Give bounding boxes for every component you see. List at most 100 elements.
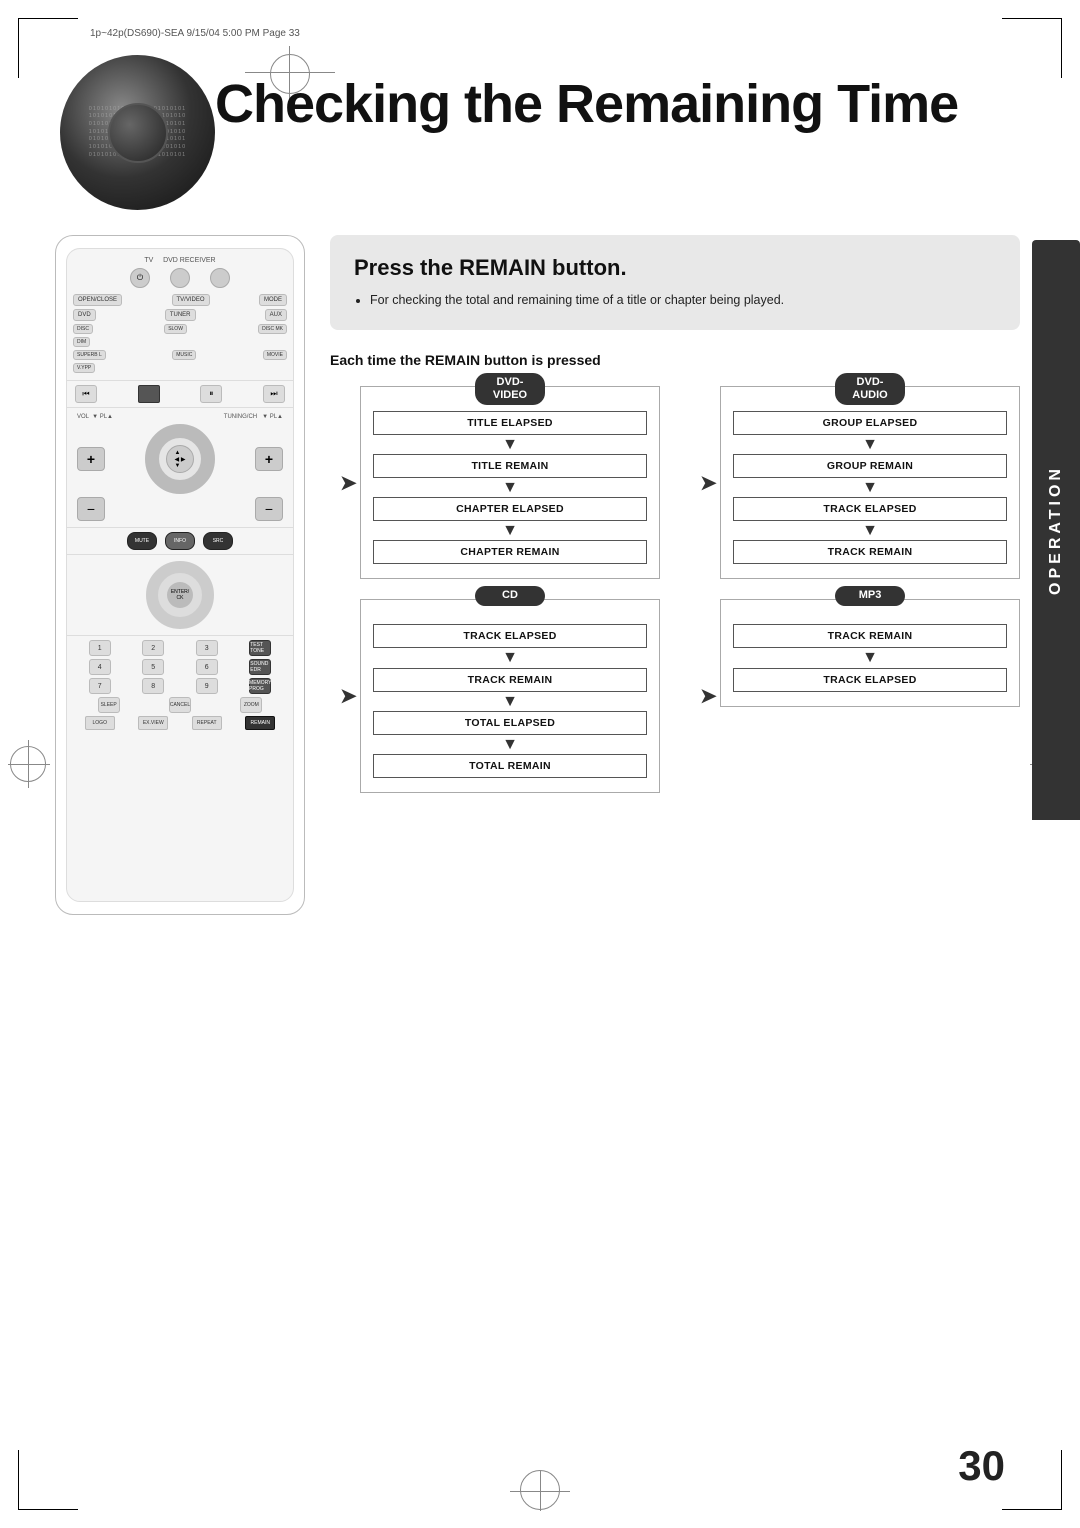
dvd-audio-arrow: ➤ xyxy=(700,470,717,495)
remote-slow[interactable]: SLOW xyxy=(164,324,187,334)
remote-disc-skip[interactable]: DISC MK xyxy=(258,324,287,334)
page-header: 010101010101010101010101 101010101010101… xyxy=(60,55,1020,215)
remote-vol-down[interactable]: − xyxy=(77,497,105,521)
remote-num-7[interactable]: 7 xyxy=(89,678,111,694)
remote-vypp[interactable]: V.YPP xyxy=(73,363,95,373)
remote-inner: TV DVD RECEIVER ⏻ OPEN/CLOSE TV/VIDEO MO… xyxy=(66,248,294,902)
remote-btn2[interactable] xyxy=(170,268,190,288)
cd-badge: CD xyxy=(475,586,545,605)
remote-num-8[interactable]: 8 xyxy=(142,678,164,694)
remote-bottom-row: LOGO EX.VIEW REPEAT REMAIN xyxy=(73,716,287,730)
remote-test-tone[interactable]: TEST TONE xyxy=(249,640,271,656)
flow-item-track-elapsed-audio: TRACK ELAPSED xyxy=(733,497,1007,521)
press-remain-body: For checking the total and remaining tim… xyxy=(354,291,996,310)
doc-ref: 1p~42p(DS690)-SEA 9/15/04 5:00 PM Page 3… xyxy=(90,28,300,39)
remote-src-btn[interactable]: SRC xyxy=(203,532,233,550)
flow-arrow-4: ▼ xyxy=(733,435,1007,454)
remote-remain-btn[interactable]: REMAIN xyxy=(245,716,275,730)
remote-num-row-1: 1 2 3 TEST TONE xyxy=(73,640,287,656)
remote-nav-center[interactable]: ▲◀ ▶▼ xyxy=(166,445,194,473)
remote-num-5[interactable]: 5 xyxy=(142,659,164,675)
mp3-items: TRACK REMAIN ▼ TRACK ELAPSED xyxy=(733,624,1007,691)
remote-info-btn[interactable]: INFO xyxy=(165,532,195,550)
cd-wrapper: ➤ CD TRACK ELAPSED ▼ TRACK REMAIN ▼ TOTA… xyxy=(330,599,660,793)
flow-arrow-2: ▼ xyxy=(373,478,647,497)
flow-item-track-elapsed-cd: TRACK ELAPSED xyxy=(373,624,647,648)
cd-diagram: CD TRACK ELAPSED ▼ TRACK REMAIN ▼ TOTAL … xyxy=(360,599,660,793)
remote-num-3[interactable]: 3 xyxy=(196,640,218,656)
press-remain-box: Press the REMAIN button. For checking th… xyxy=(330,235,1020,330)
remote-prev[interactable]: ⏮ xyxy=(75,385,97,403)
remote-row-4: DIM xyxy=(73,337,287,347)
remote-music[interactable]: MUSIC xyxy=(172,350,196,360)
remote-ch-up[interactable]: + xyxy=(255,447,283,471)
remote-dpad-ring: ENTER/CK xyxy=(146,561,214,629)
operation-label: OPERATION xyxy=(1047,465,1065,595)
remote-repeat-btn[interactable]: REPEAT xyxy=(192,716,222,730)
flow-arrow-10: ▼ xyxy=(733,648,1007,667)
remote-aux[interactable]: AUX xyxy=(265,309,287,321)
remote-sleep[interactable]: SLEEP xyxy=(98,697,120,713)
each-time-title: Each time the REMAIN button is pressed xyxy=(330,352,1020,368)
remote-tv-video[interactable]: TV/VIDEO xyxy=(172,294,210,306)
remote-open-close[interactable]: OPEN/CLOSE xyxy=(73,294,122,306)
remote-disc[interactable]: DISC xyxy=(73,324,93,334)
mp3-diagram: MP3 TRACK REMAIN ▼ TRACK ELAPSED xyxy=(720,599,1020,706)
flow-item-chapter-remain: CHAPTER REMAIN xyxy=(373,540,647,564)
remote-power-btn[interactable]: ⏻ xyxy=(130,268,150,288)
remote-num-4[interactable]: 4 xyxy=(89,659,111,675)
remote-top: TV DVD RECEIVER ⏻ OPEN/CLOSE TV/VIDEO MO… xyxy=(67,249,293,381)
orb-inner xyxy=(108,103,168,163)
remote-memory[interactable]: MEMORYPROG xyxy=(249,678,271,694)
remote-dim[interactable]: DIM xyxy=(73,337,90,347)
remote-sound-edit[interactable]: SOUND EDR xyxy=(249,659,271,675)
cd-arrow: ➤ xyxy=(340,684,357,709)
flow-item-total-remain: TOTAL REMAIN xyxy=(373,754,647,778)
flow-arrow-7: ▼ xyxy=(373,648,647,667)
remote-mute-btn[interactable]: MUTE xyxy=(127,532,157,550)
remote-logo-btn[interactable]: LOGO xyxy=(85,716,115,730)
remote-section: TV DVD RECEIVER ⏻ OPEN/CLOSE TV/VIDEO MO… xyxy=(55,235,305,915)
remote-btn3[interactable] xyxy=(210,268,230,288)
remote-tuner[interactable]: TUNER xyxy=(165,309,196,321)
remote-pause[interactable]: ⏸ xyxy=(200,385,222,403)
flow-item-track-remain-cd: TRACK REMAIN xyxy=(373,668,647,692)
remote-next[interactable]: ⏭ xyxy=(263,385,285,403)
remote-vol-row: VOL ▼ PL▲ TUNING/CH ▼ PL▲ xyxy=(77,414,283,420)
remote-num-6[interactable]: 6 xyxy=(196,659,218,675)
remote-row-5: SUPERB L MUSIC MOVIE xyxy=(73,350,287,360)
remote-movie[interactable]: MOVIE xyxy=(263,350,287,360)
remote-ch-down[interactable]: − xyxy=(255,497,283,521)
remote-num-9[interactable]: 9 xyxy=(196,678,218,694)
remote-info-section: MUTE INFO SRC xyxy=(67,528,293,555)
remote-cancel[interactable]: CANCEL xyxy=(169,697,191,713)
remote-numpad: 1 2 3 TEST TONE 4 5 6 SOUND EDR 7 8 9 ME… xyxy=(67,636,293,734)
dvd-video-wrapper: ➤ DVD- VIDEO TITLE ELAPSED ▼ TITLE REMAI… xyxy=(330,386,660,580)
remote-vol-up[interactable]: + xyxy=(77,447,105,471)
flow-arrow-3: ▼ xyxy=(373,521,647,540)
remote-nav-section: VOL ▼ PL▲ TUNING/CH ▼ PL▲ + ▲◀ ▶▼ + − − xyxy=(67,408,293,528)
title-orb: 010101010101010101010101 101010101010101… xyxy=(60,55,215,210)
flow-item-group-elapsed: GROUP ELAPSED xyxy=(733,411,1007,435)
remote-transport: ⏮ ⏸ ⏭ xyxy=(67,381,293,408)
left-crosshair-h xyxy=(8,764,50,765)
remote-dvd[interactable]: DVD xyxy=(73,309,96,321)
remote-stop[interactable] xyxy=(138,385,160,403)
press-remain-item: For checking the total and remaining tim… xyxy=(370,291,996,310)
dvd-audio-badge: DVD- AUDIO xyxy=(835,373,905,405)
remote-superb[interactable]: SUPERB L xyxy=(73,350,106,360)
dvd-video-diagram: DVD- VIDEO TITLE ELAPSED ▼ TITLE REMAIN … xyxy=(360,386,660,580)
flow-arrow-8: ▼ xyxy=(373,692,647,711)
mp3-arrow: ➤ xyxy=(700,684,717,709)
content-section: Press the REMAIN button. For checking th… xyxy=(330,235,1020,1448)
remote-tuning-label: TUNING/CH ▼ PL▲ xyxy=(224,414,283,420)
page-title: Checking the Remaining Time xyxy=(215,73,958,135)
remote-num-2[interactable]: 2 xyxy=(142,640,164,656)
remote-zoom[interactable]: ZOOM xyxy=(240,697,262,713)
remote-ex-view[interactable]: EX.VIEW xyxy=(138,716,168,730)
flow-item-track-elapsed-mp3: TRACK ELAPSED xyxy=(733,668,1007,692)
remote-num-1[interactable]: 1 xyxy=(89,640,111,656)
remote-mode[interactable]: MODE xyxy=(259,294,287,306)
remote-num-row-2: 4 5 6 SOUND EDR xyxy=(73,659,287,675)
remote-dpad-center[interactable]: ENTER/CK xyxy=(167,582,193,608)
